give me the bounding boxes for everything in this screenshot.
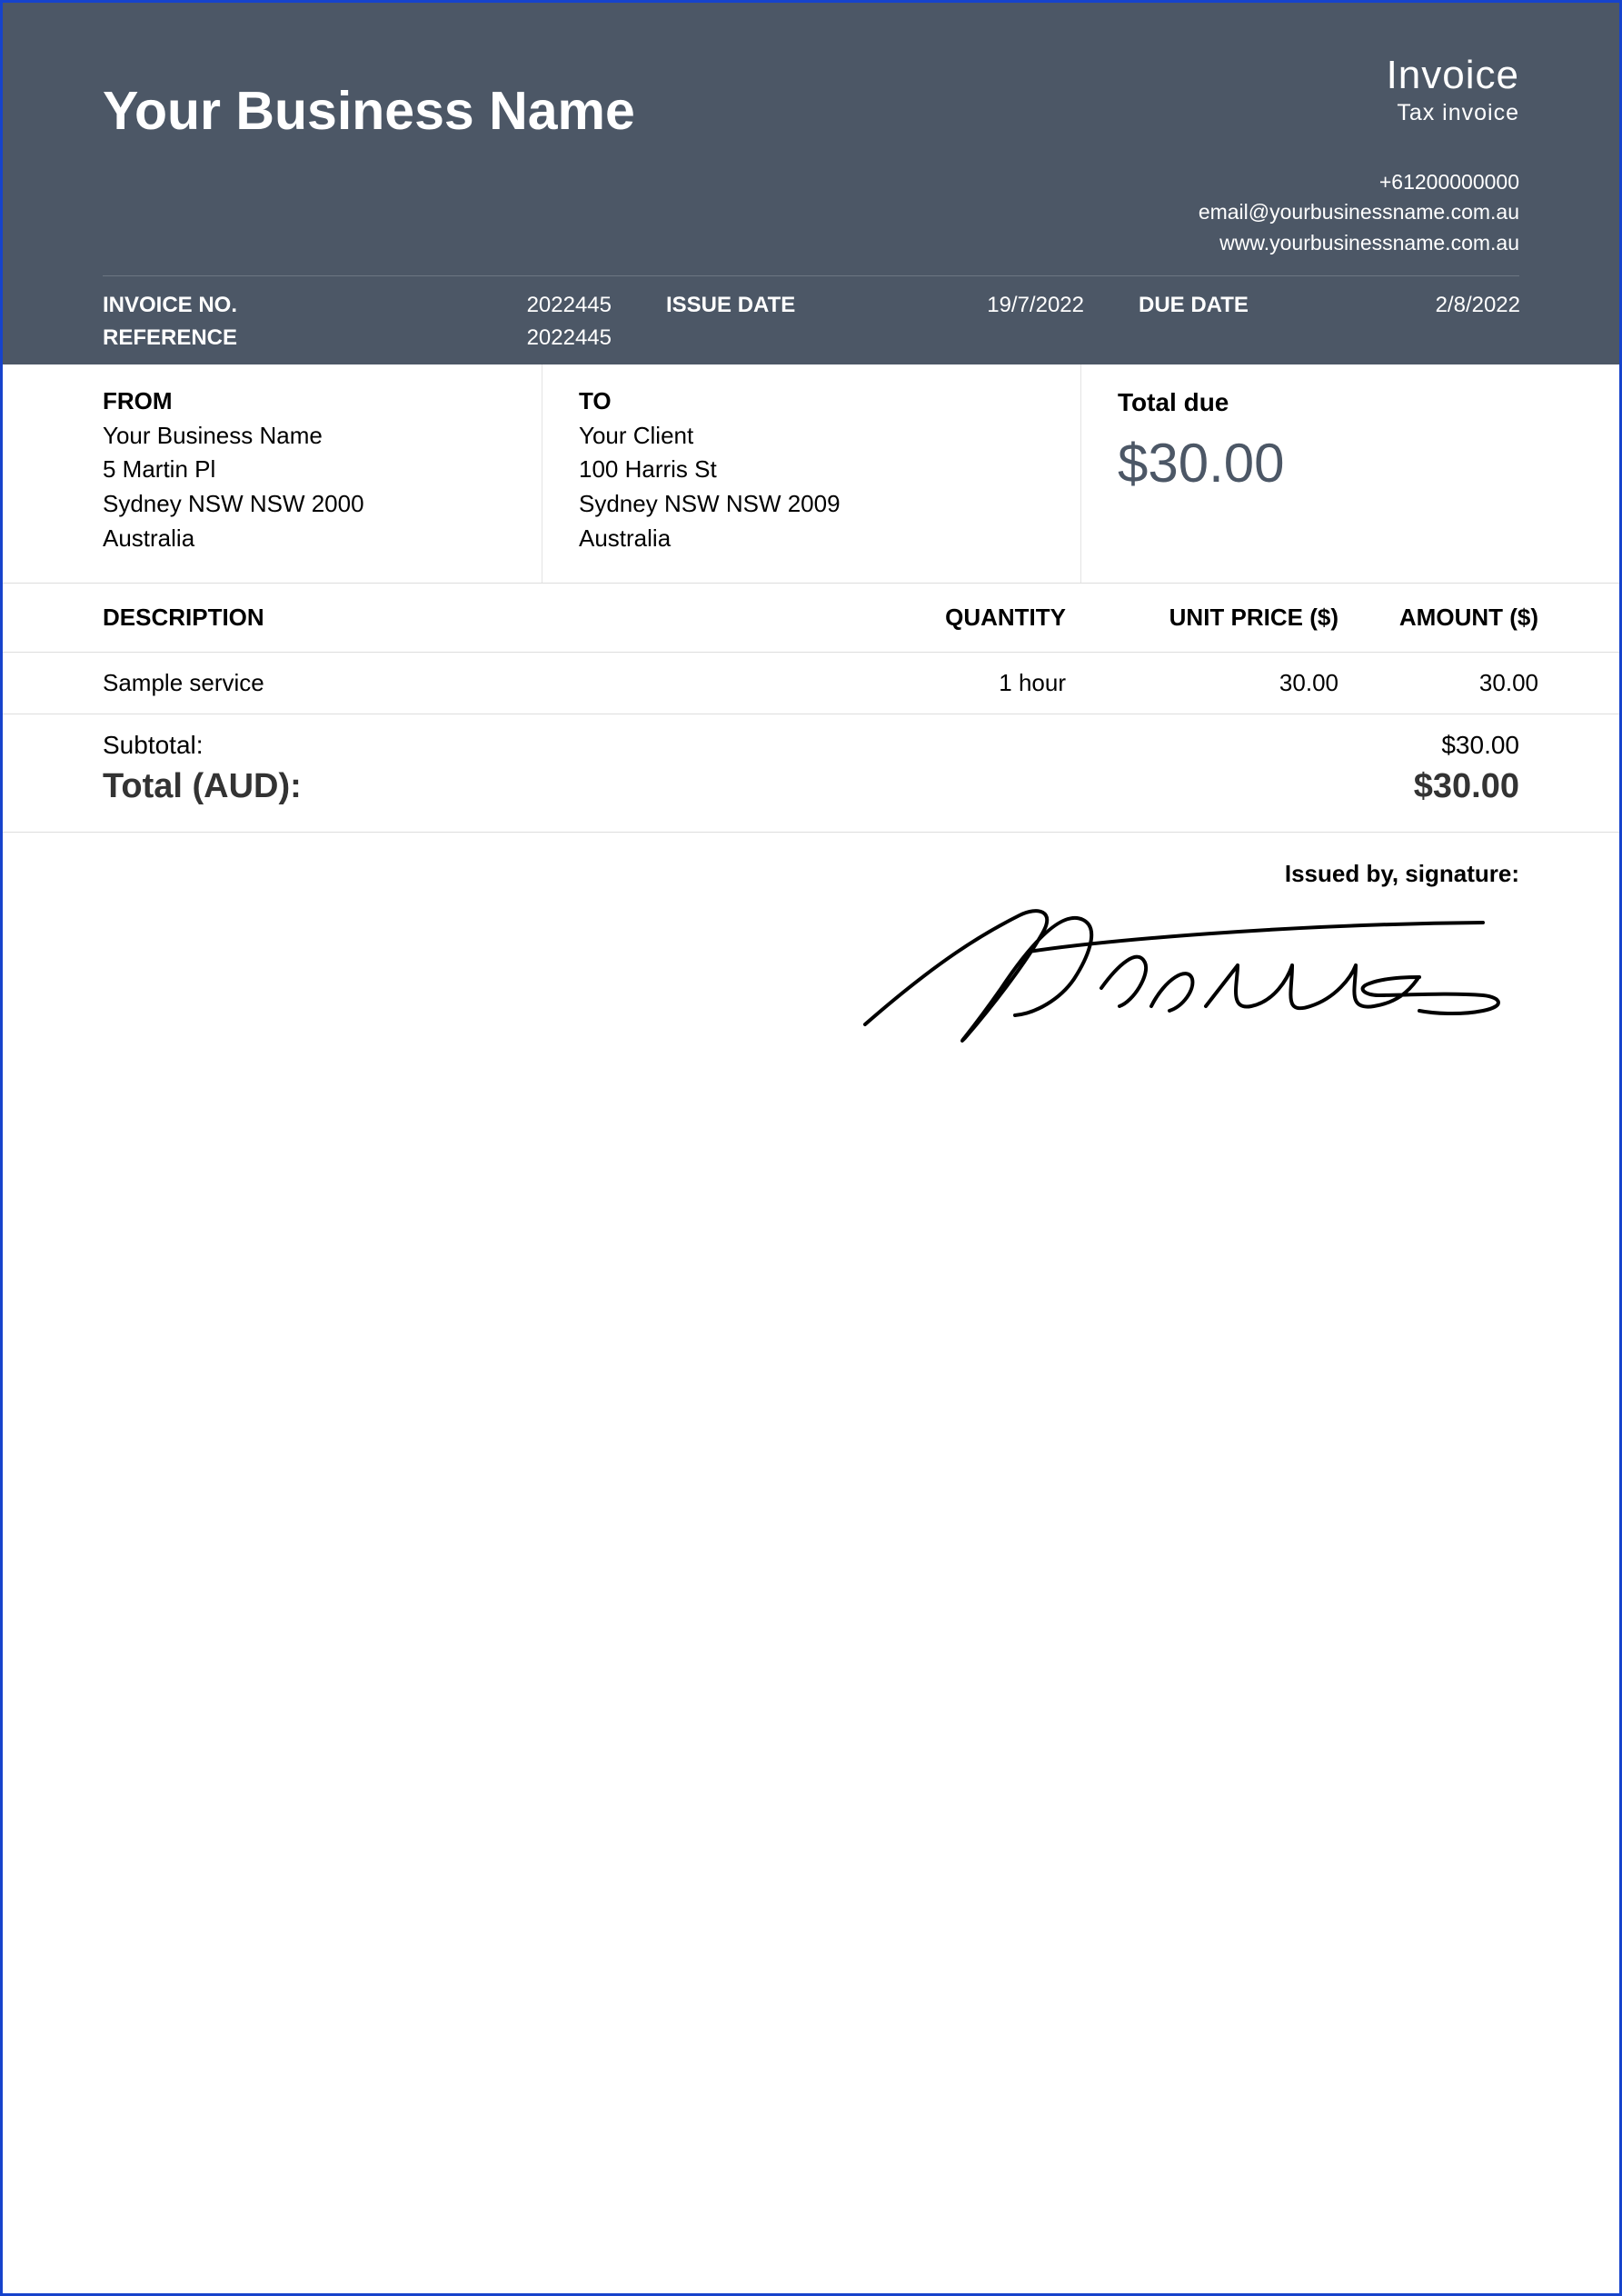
business-website: www.yourbusinessname.com.au bbox=[1199, 228, 1519, 258]
to-name: Your Client bbox=[579, 419, 1080, 454]
from-label: FROM bbox=[103, 384, 542, 419]
total-due-label: Total due bbox=[1118, 384, 1619, 422]
invoice-meta: INVOICE NO. 2022445 ISSUE DATE 19/7/2022… bbox=[103, 275, 1519, 351]
items-header: DESCRIPTION QUANTITY UNIT PRICE ($) AMOU… bbox=[3, 584, 1619, 653]
issue-date-label: ISSUE DATE bbox=[612, 293, 902, 318]
to-addr1: 100 Harris St bbox=[579, 453, 1080, 487]
business-name: Your Business Name bbox=[103, 80, 635, 142]
total-value: $30.00 bbox=[1414, 767, 1519, 806]
cell-unit-price: 30.00 bbox=[1066, 669, 1338, 697]
subtotal-value: $30.00 bbox=[1441, 731, 1519, 760]
col-amount: AMOUNT ($) bbox=[1338, 604, 1538, 632]
to-addr2: Sydney NSW NSW 2009 bbox=[579, 487, 1080, 522]
from-country: Australia bbox=[103, 522, 542, 556]
to-country: Australia bbox=[579, 522, 1080, 556]
invoice-header: Your Business Name Invoice Tax invoice +… bbox=[3, 3, 1619, 364]
total-label: Total (AUD): bbox=[103, 767, 302, 806]
subtotal-label: Subtotal: bbox=[103, 731, 204, 760]
from-block: FROM Your Business Name 5 Martin Pl Sydn… bbox=[3, 364, 542, 583]
reference: 2022445 bbox=[430, 325, 612, 351]
total-due-amount: $30.00 bbox=[1118, 424, 1619, 503]
col-unit-price: UNIT PRICE ($) bbox=[1066, 604, 1338, 632]
cell-amount: 30.00 bbox=[1338, 669, 1538, 697]
parties-section: FROM Your Business Name 5 Martin Pl Sydn… bbox=[3, 364, 1619, 584]
invoice-no: 2022445 bbox=[430, 293, 612, 318]
issue-date: 19/7/2022 bbox=[902, 293, 1084, 318]
due-date-label: DUE DATE bbox=[1084, 293, 1320, 318]
invoice-title: Invoice bbox=[1199, 53, 1519, 98]
invoice-no-label: INVOICE NO. bbox=[103, 293, 430, 318]
business-email: email@yourbusinessname.com.au bbox=[1199, 197, 1519, 227]
business-phone: +61200000000 bbox=[1199, 167, 1519, 197]
cell-quantity: 1 hour bbox=[830, 669, 1066, 697]
invoice-subtitle: Tax invoice bbox=[1199, 100, 1519, 126]
col-quantity: QUANTITY bbox=[830, 604, 1066, 632]
to-label: TO bbox=[579, 384, 1080, 419]
to-block: TO Your Client 100 Harris St Sydney NSW … bbox=[542, 364, 1080, 583]
from-addr1: 5 Martin Pl bbox=[103, 453, 542, 487]
col-description: DESCRIPTION bbox=[103, 604, 830, 632]
signature-section: Issued by, signature: bbox=[3, 833, 1619, 1065]
invoice-title-block: Invoice Tax invoice +61200000000 email@y… bbox=[1199, 53, 1519, 258]
summary-section: Subtotal: $30.00 Total (AUD): $30.00 bbox=[3, 714, 1619, 833]
invoice-page: Your Business Name Invoice Tax invoice +… bbox=[0, 0, 1622, 2296]
table-row: Sample service 1 hour 30.00 30.00 bbox=[3, 653, 1619, 714]
due-date: 2/8/2022 bbox=[1320, 293, 1520, 318]
signature-icon bbox=[829, 879, 1519, 1061]
reference-label: REFERENCE bbox=[103, 325, 430, 351]
from-addr2: Sydney NSW NSW 2000 bbox=[103, 487, 542, 522]
total-due-block: Total due $30.00 bbox=[1080, 364, 1619, 583]
from-name: Your Business Name bbox=[103, 419, 542, 454]
cell-description: Sample service bbox=[103, 669, 830, 697]
